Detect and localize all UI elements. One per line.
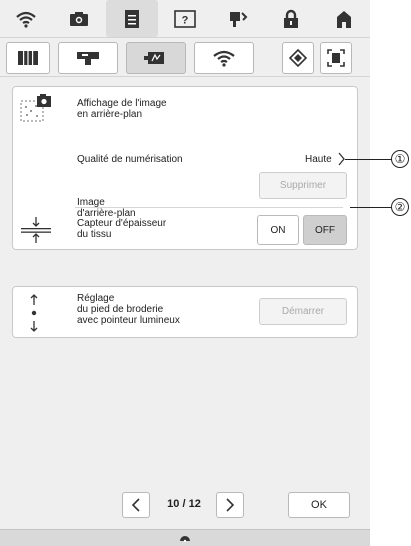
chevron-right-nav-icon	[226, 498, 235, 512]
next-page-button[interactable]	[216, 492, 244, 518]
pointer-card: Réglage du pied de broderie avec pointeu…	[12, 286, 358, 338]
divider	[75, 207, 343, 208]
background-image-icon	[19, 93, 53, 123]
tab-sewing-machine[interactable]	[58, 42, 118, 74]
category-tabs	[0, 37, 370, 77]
chevron-left-icon	[131, 498, 140, 512]
lock-icon[interactable]	[265, 0, 317, 37]
on-button[interactable]: ON	[257, 215, 299, 245]
settings-panel: ? Affichage de l'image en arrière-plan Q…	[0, 0, 370, 546]
tab-embroidery[interactable]	[126, 42, 186, 74]
callout-number-1: ①	[391, 150, 409, 168]
tab-book[interactable]	[6, 42, 50, 74]
sewing-tips-icon[interactable]	[212, 0, 264, 37]
ok-button[interactable]: OK	[288, 492, 350, 518]
frame-view-icon	[327, 49, 345, 67]
page-indicator: 10 / 12	[167, 498, 201, 510]
tab-wireless[interactable]	[194, 42, 254, 74]
background-image-item-label: Image d'arrière-plan	[77, 197, 136, 219]
status-bar	[0, 529, 370, 546]
pointer-adjust-icon	[21, 293, 47, 333]
fabric-thickness-icon	[19, 215, 53, 245]
eraser-icon	[288, 48, 308, 68]
callout-line-1	[345, 159, 392, 160]
help-icon[interactable]: ?	[159, 0, 211, 37]
chevron-right-icon[interactable]	[338, 152, 346, 171]
callout-line-2	[350, 207, 391, 208]
eraser-button[interactable]	[282, 42, 314, 74]
home-icon[interactable]	[318, 0, 370, 37]
callout-number-2: ②	[391, 198, 409, 216]
document-icon[interactable]	[106, 0, 158, 37]
camera-icon[interactable]	[53, 0, 105, 37]
scan-quality-label: Qualité de numérisation	[77, 154, 183, 165]
top-toolbar: ?	[0, 0, 370, 37]
fabric-thickness-label: Capteur d'épaisseur du tissu	[77, 218, 167, 240]
off-button[interactable]: OFF	[303, 215, 347, 245]
scan-quality-value[interactable]: Haute	[305, 154, 332, 165]
pointer-label: Réglage du pied de broderie avec pointeu…	[77, 293, 180, 326]
background-image-card: Affichage de l'image en arrière-plan Qua…	[12, 86, 358, 250]
wifi-icon[interactable]	[0, 0, 52, 37]
delete-button[interactable]: Supprimer	[259, 172, 347, 199]
frame-view-button[interactable]	[320, 42, 352, 74]
background-image-label: Affichage de l'image en arrière-plan	[77, 98, 167, 120]
machine-status-icon	[180, 536, 190, 543]
svg-text:?: ?	[182, 14, 189, 26]
start-button[interactable]: Démarrer	[259, 298, 347, 325]
previous-page-button[interactable]	[122, 492, 150, 518]
